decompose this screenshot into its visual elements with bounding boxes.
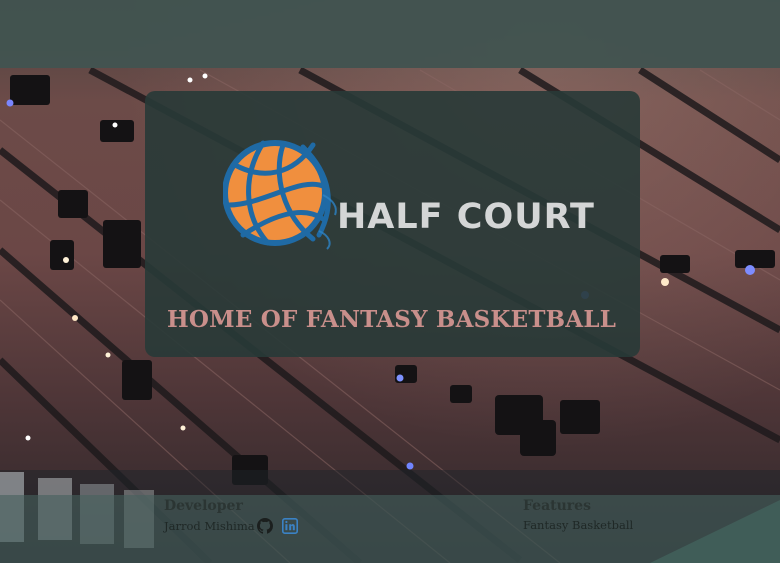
features-heading: Features: [523, 498, 591, 514]
page: HALF COURT HOME OF FANTASY BASKETBALL De…: [0, 0, 780, 563]
developer-line: Jarrod Mishima: [164, 517, 299, 534]
hero-card: HALF COURT HOME OF FANTASY BASKETBALL: [145, 91, 640, 357]
features-line: Fantasy Basketball: [523, 517, 633, 533]
logo-text: HALF COURT: [337, 197, 595, 237]
hero-tagline: HOME OF FANTASY BASKETBALL: [167, 306, 617, 333]
half-court-logo: HALF COURT: [223, 135, 594, 255]
basketball-icon: [223, 140, 337, 250]
github-icon[interactable]: [257, 517, 274, 534]
feature-item[interactable]: Fantasy Basketball: [523, 517, 633, 533]
footer-developer-section: Developer Jarrod Mishima: [164, 497, 299, 534]
footer: Developer Jarrod Mishima Features Fantas…: [0, 495, 780, 563]
header-strip: [0, 0, 780, 68]
developer-name: Jarrod Mishima: [164, 518, 255, 533]
footer-features-section: Features Fantasy Basketball: [523, 497, 633, 533]
developer-heading: Developer: [164, 498, 243, 514]
linkedin-icon[interactable]: [282, 517, 299, 534]
